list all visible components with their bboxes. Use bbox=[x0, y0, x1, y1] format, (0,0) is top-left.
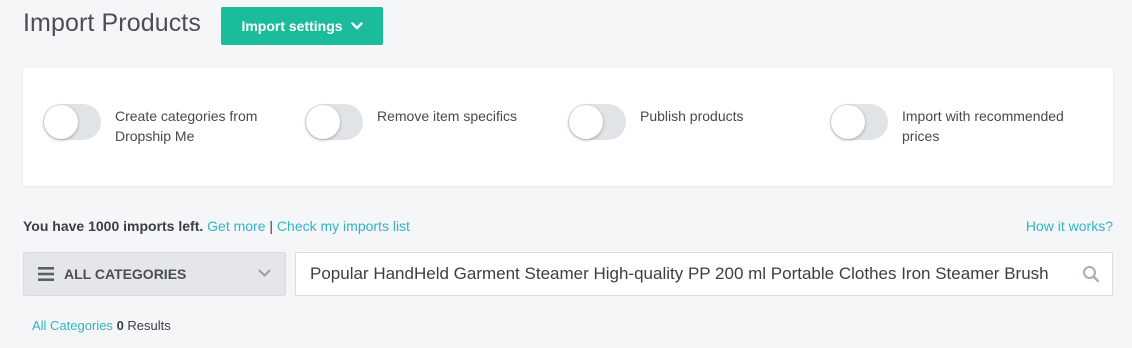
toggle-knob bbox=[44, 105, 78, 139]
import-settings-label: Import settings bbox=[241, 18, 343, 34]
get-more-link[interactable]: Get more bbox=[207, 218, 265, 234]
import-settings-button[interactable]: Import settings bbox=[221, 7, 383, 45]
search-input[interactable] bbox=[296, 253, 1068, 295]
results-count: 0 bbox=[116, 318, 124, 333]
option-label: Create categories from Dropship Me bbox=[115, 108, 258, 144]
page-title: Import Products bbox=[23, 9, 201, 37]
toggle-knob bbox=[831, 105, 865, 139]
option-label: Publish products bbox=[640, 108, 744, 124]
imports-left-text: You have 1000 imports left. bbox=[23, 218, 204, 234]
link-separator: | bbox=[269, 218, 274, 234]
remove-item-specifics-toggle[interactable] bbox=[305, 104, 363, 140]
category-select[interactable]: ALL CATEGORIES bbox=[23, 252, 286, 296]
results-category-link[interactable]: All Categories bbox=[32, 318, 113, 333]
imports-status-line: You have 1000 imports left. Get more | C… bbox=[23, 218, 410, 234]
option-recommended-prices: Import with recommended prices bbox=[830, 104, 1072, 146]
how-it-works-link[interactable]: How it works? bbox=[1026, 218, 1113, 234]
results-summary: All Categories 0 Results bbox=[32, 318, 171, 333]
recommended-prices-toggle[interactable] bbox=[830, 104, 888, 140]
menu-icon bbox=[38, 267, 54, 281]
publish-products-toggle[interactable] bbox=[568, 104, 626, 140]
option-remove-item-specifics: Remove item specifics bbox=[305, 104, 547, 140]
toggle-knob bbox=[569, 105, 603, 139]
option-label: Import with recommended prices bbox=[902, 108, 1064, 144]
chevron-down-icon bbox=[350, 22, 363, 30]
results-suffix: Results bbox=[127, 318, 171, 333]
option-label: Remove item specifics bbox=[377, 108, 518, 124]
option-publish-products: Publish products bbox=[568, 104, 810, 140]
search-box bbox=[295, 252, 1113, 296]
search-icon[interactable] bbox=[1082, 265, 1100, 283]
toggle-knob bbox=[306, 105, 340, 139]
check-imports-list-link[interactable]: Check my imports list bbox=[277, 218, 410, 234]
chevron-down-icon bbox=[258, 269, 271, 277]
import-options-card: Create categories from Dropship Me Remov… bbox=[23, 68, 1113, 186]
option-create-categories: Create categories from Dropship Me bbox=[43, 104, 285, 146]
category-select-label: ALL CATEGORIES bbox=[64, 266, 187, 282]
create-categories-toggle[interactable] bbox=[43, 104, 101, 140]
